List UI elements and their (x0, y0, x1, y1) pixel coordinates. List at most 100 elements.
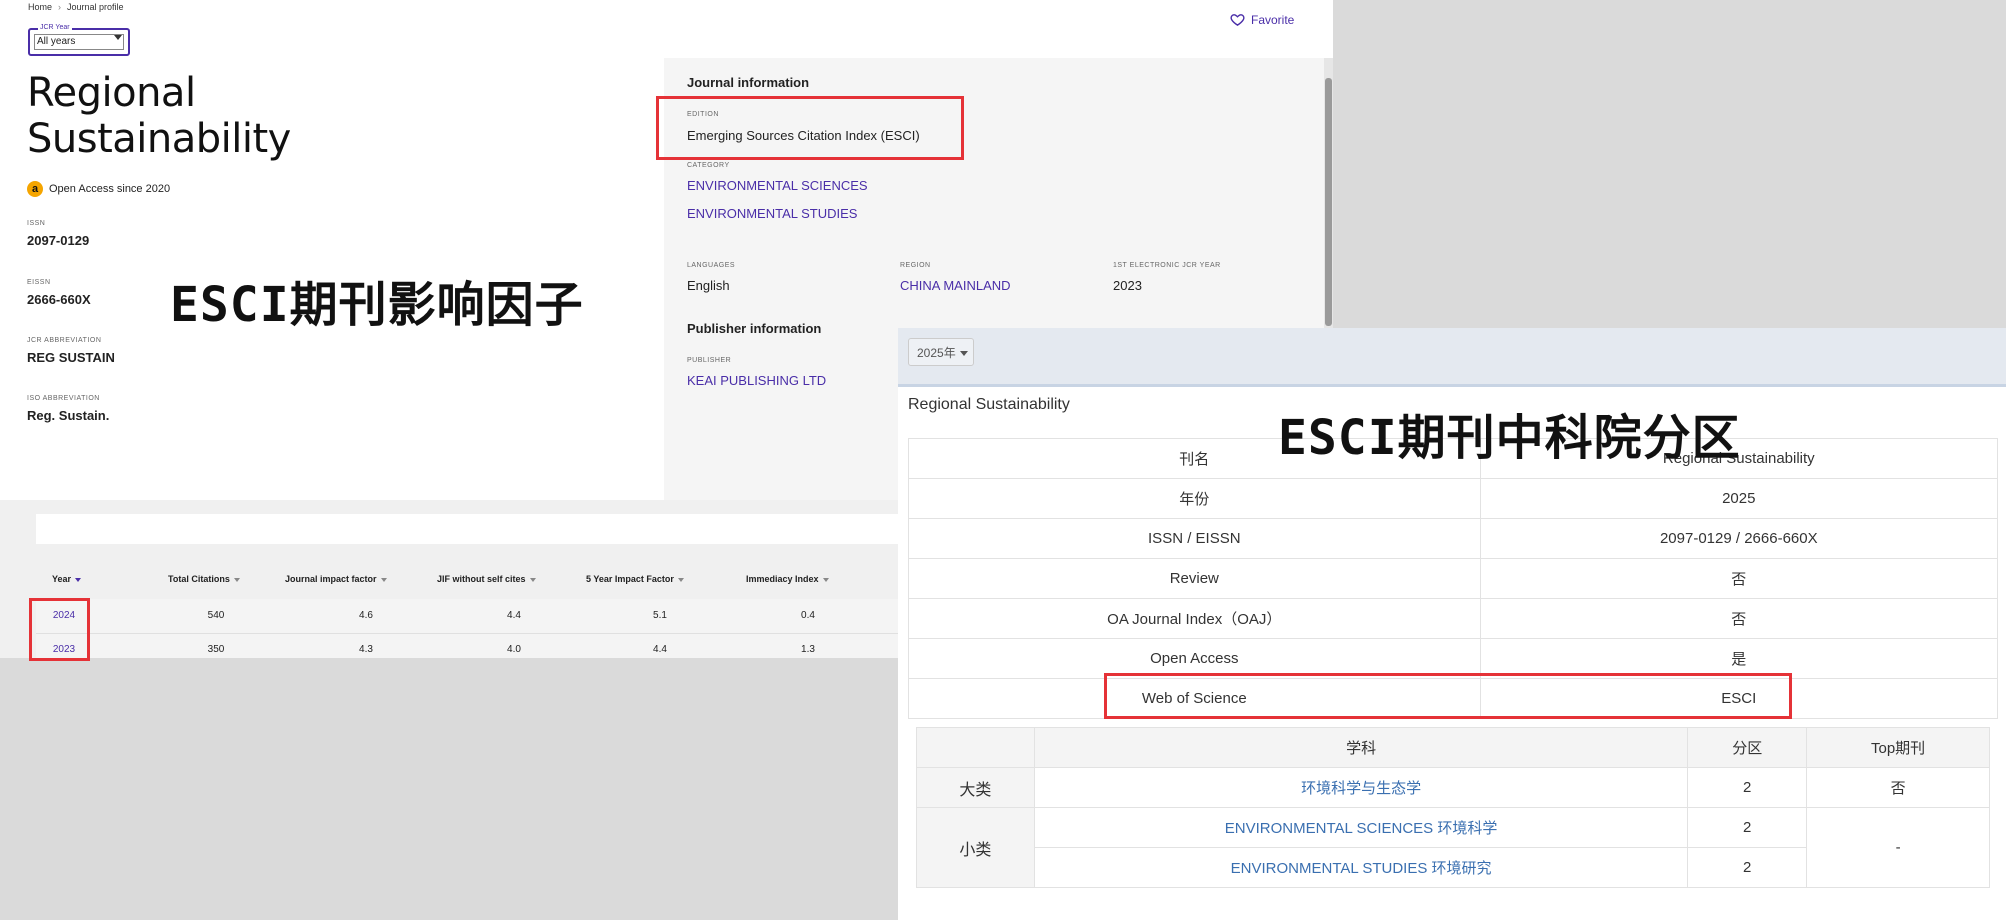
jcr-year-value: All years (34, 34, 124, 50)
major-top: 否 (1806, 767, 1990, 808)
minor-category-label: 小类 (916, 807, 1035, 888)
iso-abbreviation-value: Reg. Sustain. (27, 408, 110, 423)
table-header-row: 学科 分区 Top期刊 (916, 727, 1990, 768)
cell-jif-without-self-cites: 4.4 (507, 610, 521, 621)
breadcrumb-separator: › (58, 2, 62, 12)
issn-value: 2097-0129 (27, 233, 90, 248)
iso-abbreviation-label: ISO ABBREVIATION (27, 395, 100, 402)
cas-toolbar: 2025年 (898, 328, 2006, 384)
iso-abbreviation-field: ISO ABBREVIATION Reg. Sustain. (27, 395, 109, 423)
scrollbar-thumb[interactable] (1325, 78, 1332, 326)
cell-immediacy-index: 1.3 (801, 644, 815, 655)
info-label: OA Journal Index（OAJ） (908, 598, 1481, 639)
sort-icon (822, 577, 829, 582)
region-label: REGION (900, 262, 931, 269)
open-access-text: Open Access since 2020 (49, 183, 171, 195)
header-zone: 分区 (1687, 727, 1808, 768)
cell-jif-without-self-cites: 4.0 (507, 644, 521, 655)
table-row: 年份 2025 (908, 478, 1999, 519)
highlight-web-of-science (1104, 673, 1792, 719)
breadcrumb: Home › Journal profile (28, 2, 124, 12)
breadcrumb-current: Journal profile (67, 2, 124, 12)
favorite-label: Favorite (1251, 12, 1295, 27)
divider (898, 384, 2006, 387)
region-link[interactable]: CHINA MAINLAND (900, 278, 1011, 293)
column-header-jif[interactable]: Journal impact factor (285, 574, 387, 584)
highlight-years (29, 598, 90, 661)
open-access-badge: a Open Access since 2020 (27, 181, 170, 197)
info-value: 2025 (1479, 478, 1999, 519)
table-row: OA Journal Index（OAJ）否 (908, 598, 1999, 639)
cell-5yr-if: 4.4 (653, 644, 667, 655)
column-header-immediacy-index[interactable]: Immediacy Index (746, 574, 829, 584)
highlight-edition (656, 96, 964, 160)
publisher-label: PUBLISHER (687, 357, 732, 364)
eissn-field: EISSN 2666-660X (27, 279, 91, 307)
minor-zone: 2 (1687, 847, 1808, 888)
major-category-label: 大类 (916, 767, 1035, 808)
info-value: 否 (1479, 558, 1999, 599)
publisher-information-heading: Publisher information (687, 321, 822, 336)
table-row: ISSN / EISSN 2097-0129 / 2666-660X (908, 518, 1999, 559)
header-top-journal: Top期刊 (1806, 727, 1990, 768)
cell-immediacy-index: 0.4 (801, 610, 815, 621)
overlay-caption-cas-partition: ESCI期刊中科院分区 (1278, 410, 1741, 466)
info-label: Review (908, 558, 1481, 599)
publisher-link[interactable]: KEAI PUBLISHING LTD (687, 373, 826, 388)
major-subject-cell: 环境科学与生态学 (1033, 767, 1689, 808)
jcr-abbreviation-value: REG SUSTAIN (27, 350, 115, 365)
heart-icon (1230, 14, 1245, 26)
category-link-environmental-sciences[interactable]: ENVIRONMENTAL SCIENCES (687, 178, 868, 193)
cell-total-citations: 540 (207, 610, 225, 621)
major-zone: 2 (1687, 767, 1808, 808)
info-value: 2097-0129 / 2666-660X (1479, 518, 1999, 559)
chevron-down-icon (114, 35, 122, 40)
overlay-caption-impact-factor: ESCI期刊影响因子 (170, 277, 584, 333)
column-header-5yr-if[interactable]: 5 Year Impact Factor (586, 574, 684, 584)
jcr-year-label: JCR Year (38, 24, 72, 31)
jcr-abbreviation-label: JCR ABBREVIATION (27, 337, 102, 344)
eissn-label: EISSN (27, 279, 51, 286)
journal-title: Regional Sustainability (27, 70, 291, 162)
first-jcr-year-label: 1ST ELECTRONIC JCR YEAR (1113, 262, 1221, 269)
languages-label: LANGUAGES (687, 262, 736, 269)
category-label: CATEGORY (687, 162, 730, 169)
journal-title-line1: Regional (27, 70, 196, 116)
minor-subject-link-env-studies[interactable]: ENVIRONMENTAL STUDIES 环境研究 (1231, 860, 1492, 877)
column-header-year[interactable]: Year (52, 574, 82, 584)
breadcrumb-home[interactable]: Home (28, 2, 52, 12)
cell-jif: 4.3 (359, 644, 373, 655)
cas-year-select[interactable]: 2025年 (908, 338, 974, 366)
column-header-total-citations[interactable]: Total Citations (168, 574, 240, 584)
minor-subject-cell: ENVIRONMENTAL SCIENCES 环境科学 (1033, 807, 1689, 848)
journal-title-line2: Sustainability (27, 116, 291, 162)
minor-top: - (1806, 807, 1990, 888)
sort-icon (677, 577, 684, 582)
issn-label: ISSN (27, 220, 46, 227)
open-access-icon: a (27, 181, 43, 197)
journal-information-heading: Journal information (687, 75, 810, 90)
jcr-year-select[interactable]: JCR Year All years (28, 24, 130, 56)
minor-zone: 2 (1687, 807, 1808, 848)
category-link-environmental-studies[interactable]: ENVIRONMENTAL STUDIES (687, 206, 857, 221)
cas-year-value: 2025年 (917, 346, 956, 360)
jcr-abbreviation-field: JCR ABBREVIATION REG SUSTAIN (27, 337, 115, 365)
minor-subject-cell: ENVIRONMENTAL STUDIES 环境研究 (1033, 847, 1689, 888)
sort-icon (233, 577, 240, 582)
chevron-down-icon (959, 351, 968, 357)
cell-5yr-if: 5.1 (653, 610, 667, 621)
minor-subject-link-env-sciences[interactable]: ENVIRONMENTAL SCIENCES 环境科学 (1225, 820, 1498, 837)
header-subject: 学科 (1033, 727, 1689, 768)
sort-icon (529, 577, 536, 582)
favorite-button[interactable]: Favorite (1230, 12, 1294, 27)
table-row: 小类 ENVIRONMENTAL SCIENCES 环境科学 2 - (916, 807, 1990, 888)
languages-value: English (687, 278, 730, 293)
eissn-value: 2666-660X (27, 292, 91, 307)
info-value: 否 (1479, 598, 1999, 639)
cas-journal-name: Regional Sustainability (908, 396, 1070, 413)
column-header-jif-without-self-cites[interactable]: JIF without self cites (437, 574, 536, 584)
table-row: 大类 环境科学与生态学 2 否 (916, 767, 1990, 808)
info-label: 年份 (908, 478, 1481, 519)
cell-total-citations: 350 (207, 644, 225, 655)
major-subject-link[interactable]: 环境科学与生态学 (1301, 780, 1421, 797)
